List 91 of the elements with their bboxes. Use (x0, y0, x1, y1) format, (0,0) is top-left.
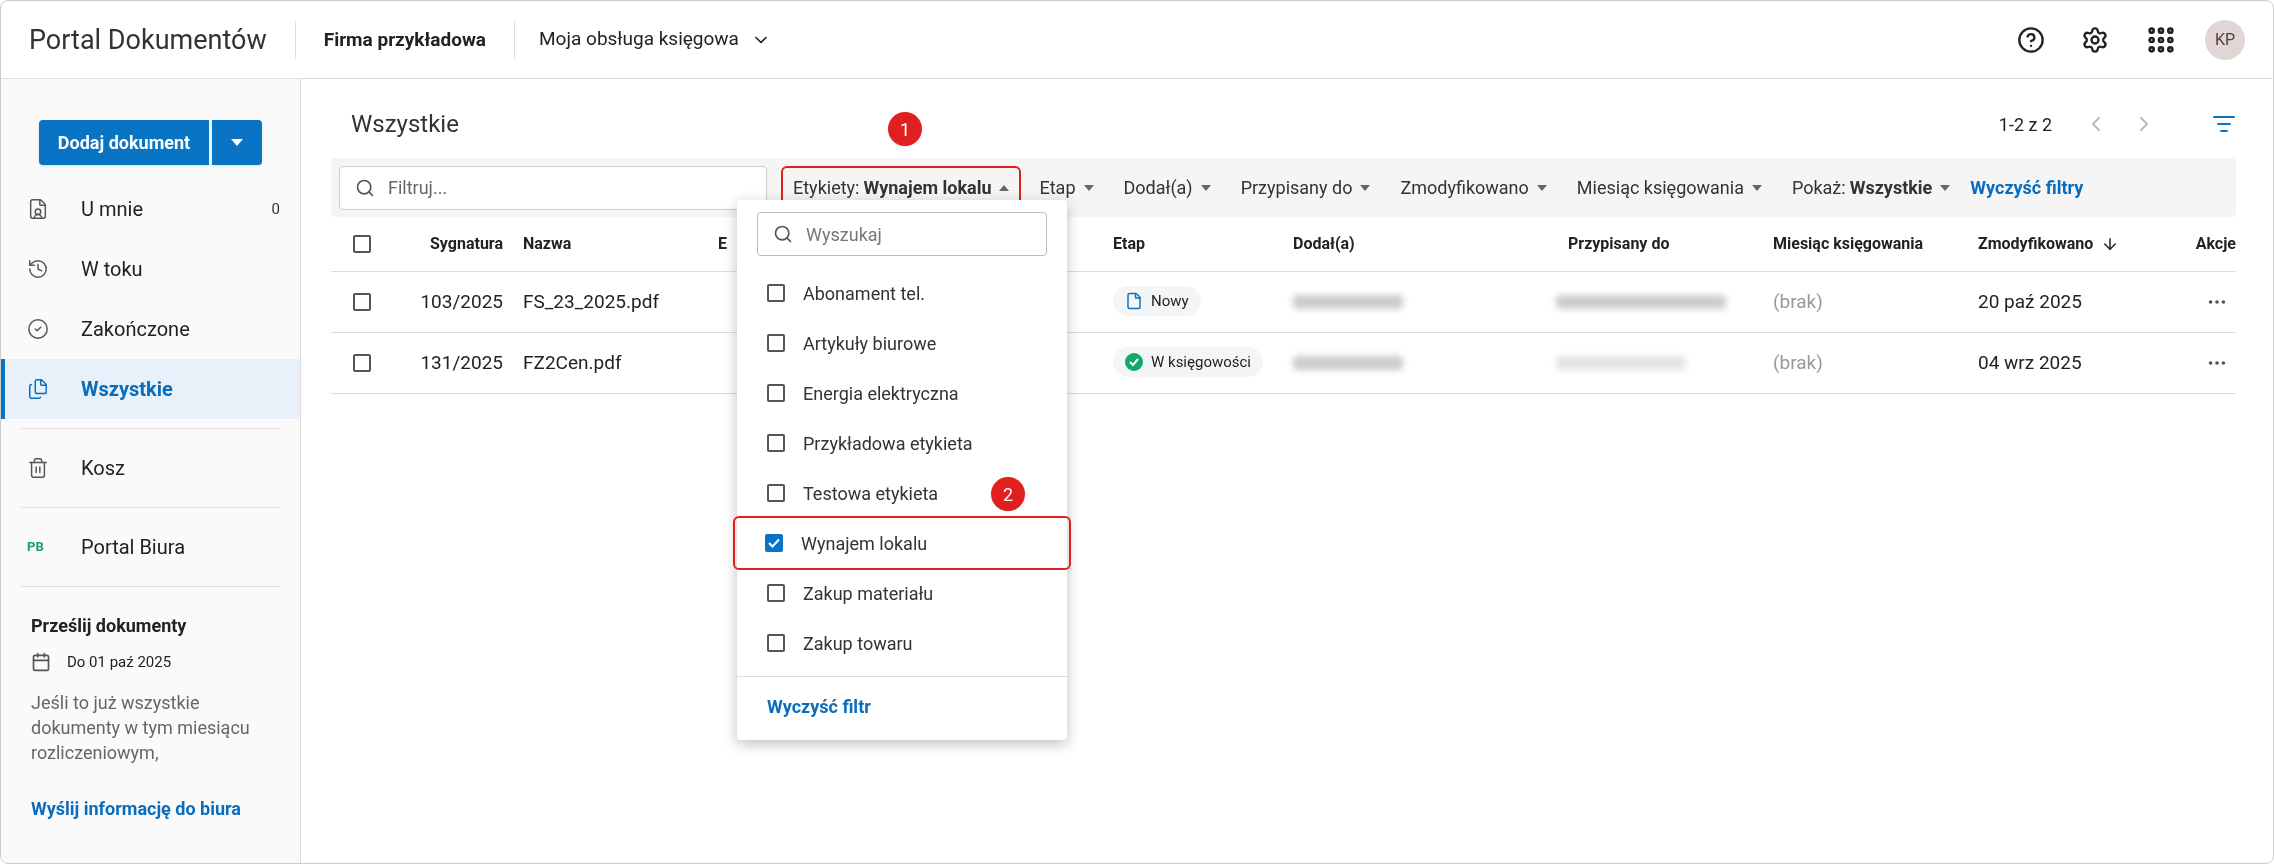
check-circle-icon (1125, 352, 1143, 371)
checkbox[interactable] (353, 235, 371, 253)
search-icon (773, 224, 793, 244)
checkbox[interactable] (767, 334, 785, 352)
option-label[interactable]: Testowa etykieta (803, 479, 939, 507)
caret-icon (1200, 184, 1211, 191)
filter-dropdown[interactable]: Pokaż: Wszystkie (1781, 167, 1961, 208)
table-cell-text: (brak) (1772, 349, 1824, 376)
table-cell-text: 131/2025 (419, 349, 504, 376)
caret-icon (1083, 184, 1094, 191)
option-label[interactable]: Zakup materiału (803, 579, 934, 607)
help-icon[interactable] (2017, 25, 2045, 54)
step-marker: 1 (888, 112, 922, 146)
option-label[interactable]: Przykładowa etykieta (803, 429, 973, 457)
filter-dropdown[interactable]: Przypisany do (1230, 167, 1381, 208)
caret-icon (1360, 184, 1371, 191)
sidebar-item[interactable]: W toku (1, 239, 300, 299)
sidebar-item[interactable]: Wszystkie (1, 359, 300, 419)
item-count: 0 (271, 198, 280, 220)
clock-icon (27, 258, 49, 280)
table-cell-text: FS_23_2025.pdf (522, 288, 660, 315)
checkbox[interactable] (353, 354, 371, 372)
trash-icon (27, 457, 49, 479)
column-header: Etap (1113, 233, 1145, 255)
checkbox[interactable] (767, 584, 785, 602)
clear-filter-link[interactable]: Wyczyść filtr (737, 677, 1067, 736)
sidebar-item[interactable]: Zakończone (1, 299, 300, 359)
checkbox[interactable] (765, 534, 783, 552)
caret-icon (1751, 184, 1762, 191)
option-label[interactable]: Zakup towaru (803, 629, 913, 657)
column-header: Miesiąc księgowania (1773, 233, 1924, 255)
option-label[interactable]: Artykuły biurowe (803, 329, 937, 357)
search-icon (355, 177, 375, 198)
filter-dropdown[interactable]: Etykiety: Wynajem lokalu (783, 167, 1020, 208)
add-document-button[interactable]: Dodaj dokument (39, 120, 209, 165)
column-header: E (718, 233, 727, 255)
filter-dropdown[interactable]: Dodał(a) (1113, 167, 1221, 208)
column-header: Zmodyfikowano (1978, 233, 2094, 255)
document-icon (1125, 291, 1143, 310)
checkbox[interactable] (767, 434, 785, 452)
column-header: Przypisany do (1568, 233, 1670, 255)
column-header: Sygnatura (430, 233, 503, 255)
settings-icon[interactable] (2081, 25, 2109, 54)
checkbox[interactable] (767, 284, 785, 302)
sidebar-item[interactable]: Kosz (1, 438, 300, 498)
clear-filters-link[interactable]: Wyczyść filtry (1970, 174, 2084, 201)
table-cell-text: 103/2025 (419, 288, 504, 315)
documents-icon (27, 378, 49, 400)
column-header: Nazwa (523, 233, 572, 255)
stage-chip: Nowy (1113, 285, 1201, 316)
checkbox[interactable] (767, 384, 785, 402)
add-menu-button[interactable] (212, 120, 262, 165)
option-label[interactable]: Energia elektryczna (803, 379, 959, 407)
service-dropdown[interactable]: Moja obsługa księgowa (515, 25, 795, 54)
sidebar-item[interactable]: PB Portal Biura (1, 517, 300, 577)
portal-label: PB (27, 538, 44, 557)
filter-field[interactable]: Filtruj... (339, 165, 767, 210)
caret-icon (1940, 184, 1951, 191)
search-field[interactable]: Wyszukaj (757, 212, 1047, 256)
company-name: Firma przykładowa (295, 20, 516, 59)
checkbox[interactable] (353, 293, 371, 311)
sidebar-item[interactable]: U mnie 0 (1, 179, 300, 239)
upload-description: Jeśli to już wszystkie dokumenty w tym miesiącu rozliczeniowym, (31, 690, 251, 765)
filter-dropdown[interactable]: Zmodyfikowano (1390, 167, 1557, 208)
table-cell-text: FZ2Cen.pdf (522, 349, 623, 376)
filter-dropdown[interactable]: Miesiąc księgowania (1566, 167, 1772, 208)
filter-dropdown[interactable]: Etap (1029, 167, 1104, 208)
document-person-icon (27, 198, 49, 220)
option-label[interactable]: Abonament tel. (803, 279, 926, 307)
checkbox[interactable] (767, 484, 785, 502)
upload-title: Prześlij dokumenty (31, 614, 188, 638)
highlighted-option[interactable]: Wynajem lokalu (735, 518, 1069, 568)
user-avatar[interactable]: KP (2205, 19, 2245, 60)
deadline-text: Do 01 paź 2025 (67, 652, 172, 673)
column-header: Dodał(a) (1293, 233, 1355, 255)
app-title: Portal Dokumentów (29, 20, 296, 59)
page-title: Wszystkie (351, 109, 459, 140)
pagination-text: 1-2 z 2 (1998, 112, 2052, 137)
calendar-icon (31, 652, 51, 673)
table-cell-text: (brak) (1772, 288, 1824, 315)
check-circle-icon (27, 318, 49, 340)
checkbox[interactable] (767, 634, 785, 652)
caret-icon (1536, 184, 1547, 191)
column-header: Akcje (2195, 233, 2236, 255)
stage-chip: W księgowości (1113, 346, 1264, 377)
caret-icon (999, 184, 1010, 191)
table-cell-text: 04 wrz 2025 (1977, 349, 2083, 376)
option-label[interactable]: Wynajem lokalu (801, 529, 928, 557)
table-cell-text: 20 paź 2025 (1977, 288, 2083, 315)
send-info-link[interactable]: Wyślij informację do biura (31, 794, 270, 822)
caret-icon (231, 139, 243, 146)
